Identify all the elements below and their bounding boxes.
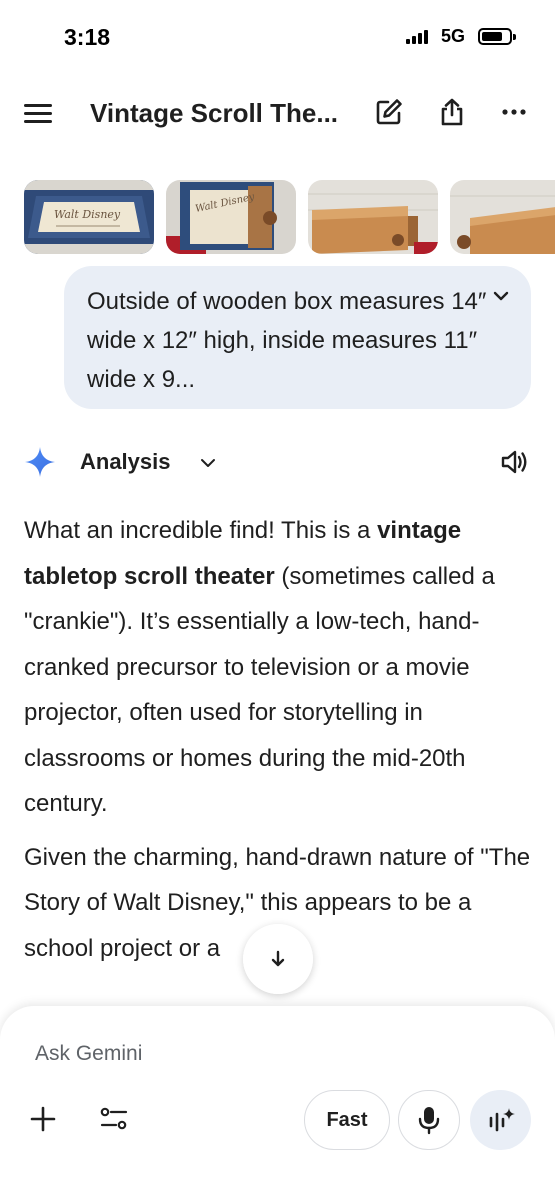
conversation-title: Vintage Scroll The...	[90, 98, 339, 128]
status-bar: 3:18 5G	[0, 0, 555, 70]
gemini-live-button[interactable]	[470, 1090, 531, 1150]
attached-image-thumbnail[interactable]	[308, 180, 438, 254]
menu-icon[interactable]	[24, 102, 54, 124]
response-text: (sometimes called a "crankie"). It’s ess…	[24, 562, 495, 818]
prompt-composer: Fast	[0, 1006, 555, 1200]
scroll-to-bottom-button[interactable]	[243, 924, 313, 994]
arrow-down-icon	[271, 950, 285, 967]
user-prompt-bubble: Outside of wooden box measures 14″ wide …	[64, 266, 531, 409]
read-aloud-speaker-icon[interactable]	[499, 446, 531, 478]
tools-sliders-icon[interactable]	[98, 1104, 130, 1134]
gemini-sparkle-icon	[24, 446, 56, 478]
response-paragraph: What an incredible find! This is a vinta…	[24, 508, 534, 827]
gemini-response: What an incredible find! This is a vinta…	[24, 508, 534, 979]
gemini-chat-screen: 3:18 5G Vintage Scroll The... Walt Disne…	[0, 0, 555, 1200]
microphone-icon	[418, 1107, 440, 1135]
microphone-button[interactable]	[398, 1090, 460, 1150]
analysis-label: Analysis	[80, 449, 171, 474]
ask-gemini-input[interactable]	[35, 1038, 515, 1070]
battery-icon	[478, 28, 516, 45]
chevron-down-icon[interactable]	[197, 452, 219, 474]
attached-image-thumbnail[interactable]: Walt Disney	[166, 180, 296, 254]
attached-image-thumbnail[interactable]: Walt Disney	[24, 180, 154, 254]
more-options-icon[interactable]	[498, 96, 530, 128]
share-icon[interactable]	[436, 96, 468, 128]
thumbnail-caption: Walt Disney	[54, 208, 121, 221]
top-app-bar: Vintage Scroll The...	[0, 82, 555, 144]
user-prompt-text: Outside of wooden box measures 14″ wide …	[87, 288, 487, 393]
live-waveform-sparkle-icon	[489, 1108, 515, 1132]
network-type: 5G	[441, 26, 466, 46]
attached-image-thumbnail[interactable]	[450, 180, 555, 254]
response-header: Analysis	[0, 440, 555, 484]
status-time: 3:18	[64, 24, 111, 50]
add-attachment-plus-icon[interactable]	[28, 1104, 58, 1134]
expand-prompt-chevron-icon[interactable]	[489, 284, 513, 308]
cellular-signal-icon	[406, 29, 428, 44]
edit-icon[interactable]	[373, 96, 405, 128]
attached-images-strip: Walt Disney Walt Disney	[24, 180, 555, 256]
response-text: What an incredible find! This is a	[24, 517, 378, 544]
model-mode-button[interactable]: Fast	[304, 1090, 390, 1150]
